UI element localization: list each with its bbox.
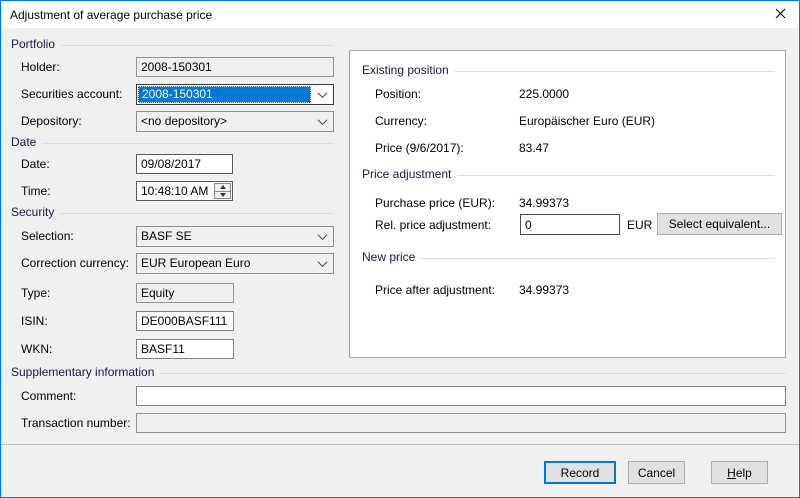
securities-account-combobox[interactable]: 2008-150301 — [136, 84, 334, 105]
holder-label: Holder: — [21, 57, 60, 77]
rel-price-adjustment-input[interactable] — [520, 214, 620, 235]
dialog-adjustment-of-average-purchase-price: Adjustment of average purchase price Por… — [0, 0, 800, 498]
dialog-title: Adjustment of average purchase price — [1, 8, 212, 22]
correction-currency-label: Correction currency: — [21, 253, 129, 274]
chevron-down-icon[interactable] — [311, 85, 333, 104]
position-label: Position: — [375, 86, 421, 102]
record-button[interactable]: Record — [544, 461, 616, 484]
price-value: 83.47 — [519, 140, 549, 156]
record-button-label: Record — [561, 466, 600, 480]
help-button-label: Help — [727, 466, 752, 480]
time-value: 10:48:10 AM — [141, 184, 208, 198]
depository-label: Depository: — [21, 111, 82, 132]
price-after-adjustment-label: Price after adjustment: — [375, 282, 495, 298]
selection-combobox[interactable]: BASF SE — [136, 226, 334, 247]
comment-input[interactable] — [136, 386, 786, 406]
group-new-price-label: New price — [362, 250, 421, 264]
group-price-adjustment: Price adjustment — [362, 167, 775, 181]
triangle-down-icon — [220, 193, 226, 197]
group-existing-position-label: Existing position — [362, 63, 455, 77]
select-equivalent-button-label: Select equivalent... — [669, 217, 770, 231]
transaction-number-field — [136, 413, 786, 433]
price-after-adjustment-value: 34.99373 — [519, 282, 569, 298]
close-icon — [775, 8, 786, 22]
depository-selected-value: <no depository> — [141, 112, 311, 131]
spinner-down-button[interactable] — [215, 192, 230, 199]
group-security-label: Security — [11, 205, 60, 219]
chevron-down-icon[interactable] — [311, 254, 333, 273]
date-label: Date: — [21, 154, 50, 174]
group-supplementary-information: Supplementary information — [11, 365, 786, 379]
selection-selected-value: BASF SE — [141, 227, 311, 246]
group-date: Date — [11, 135, 334, 149]
group-price-adjustment-label: Price adjustment — [362, 167, 457, 181]
group-existing-position: Existing position — [362, 63, 775, 77]
group-portfolio-label: Portfolio — [11, 37, 61, 51]
purchase-price-value: 34.99373 — [519, 195, 569, 211]
cancel-button[interactable]: Cancel — [628, 461, 685, 484]
help-button[interactable]: Help — [711, 461, 768, 484]
button-row-separator — [1, 444, 799, 445]
currency-label: Currency: — [375, 113, 427, 129]
chevron-down-icon[interactable] — [311, 112, 333, 131]
securities-account-selected-value: 2008-150301 — [138, 86, 311, 103]
transaction-number-label: Transaction number: — [21, 413, 131, 433]
group-date-label: Date — [11, 135, 42, 149]
spinner-up-button[interactable] — [215, 184, 230, 192]
group-security: Security — [11, 205, 334, 219]
time-field[interactable]: 10:48:10 AM — [136, 181, 233, 201]
rel-price-adjustment-unit: EUR — [627, 217, 652, 233]
correction-currency-selected-value: EUR European Euro — [141, 254, 311, 273]
wkn-field[interactable]: BASF11 — [136, 339, 234, 359]
time-spinner — [214, 183, 231, 199]
time-label: Time: — [21, 181, 51, 201]
selection-label: Selection: — [21, 226, 74, 247]
wkn-label: WKN: — [21, 339, 52, 359]
close-button[interactable] — [761, 1, 799, 28]
position-panel: Existing position Position: 225.0000 Cur… — [349, 50, 786, 358]
type-label: Type: — [21, 283, 50, 303]
purchase-price-label: Purchase price (EUR): — [375, 195, 495, 211]
depository-combobox[interactable]: <no depository> — [136, 111, 334, 132]
group-line — [42, 143, 334, 144]
correction-currency-combobox[interactable]: EUR European Euro — [136, 253, 334, 274]
group-line — [457, 175, 775, 176]
triangle-up-icon — [220, 185, 226, 189]
position-value: 225.0000 — [519, 86, 569, 102]
select-equivalent-button[interactable]: Select equivalent... — [657, 213, 782, 235]
group-line — [421, 258, 775, 259]
group-supplementary-information-label: Supplementary information — [11, 365, 160, 379]
comment-label: Comment: — [21, 386, 76, 406]
title-bar: Adjustment of average purchase price — [1, 1, 799, 28]
holder-field: 2008-150301 — [136, 57, 334, 77]
group-new-price: New price — [362, 250, 775, 264]
group-portfolio: Portfolio — [11, 37, 334, 51]
group-line — [60, 213, 334, 214]
cancel-button-label: Cancel — [638, 466, 675, 480]
currency-value: Europäischer Euro (EUR) — [519, 113, 655, 129]
securities-account-label: Securities account: — [21, 84, 122, 105]
rel-price-adjustment-label: Rel. price adjustment: — [375, 217, 491, 233]
price-label: Price (9/6/2017): — [375, 140, 464, 156]
group-line — [61, 45, 334, 46]
group-line — [160, 373, 786, 374]
chevron-down-icon[interactable] — [311, 227, 333, 246]
isin-field[interactable]: DE000BASF111 — [136, 311, 234, 331]
group-line — [455, 71, 775, 72]
isin-label: ISIN: — [21, 311, 48, 331]
type-field: Equity — [136, 283, 234, 303]
date-field[interactable]: 09/08/2017 — [136, 154, 233, 174]
